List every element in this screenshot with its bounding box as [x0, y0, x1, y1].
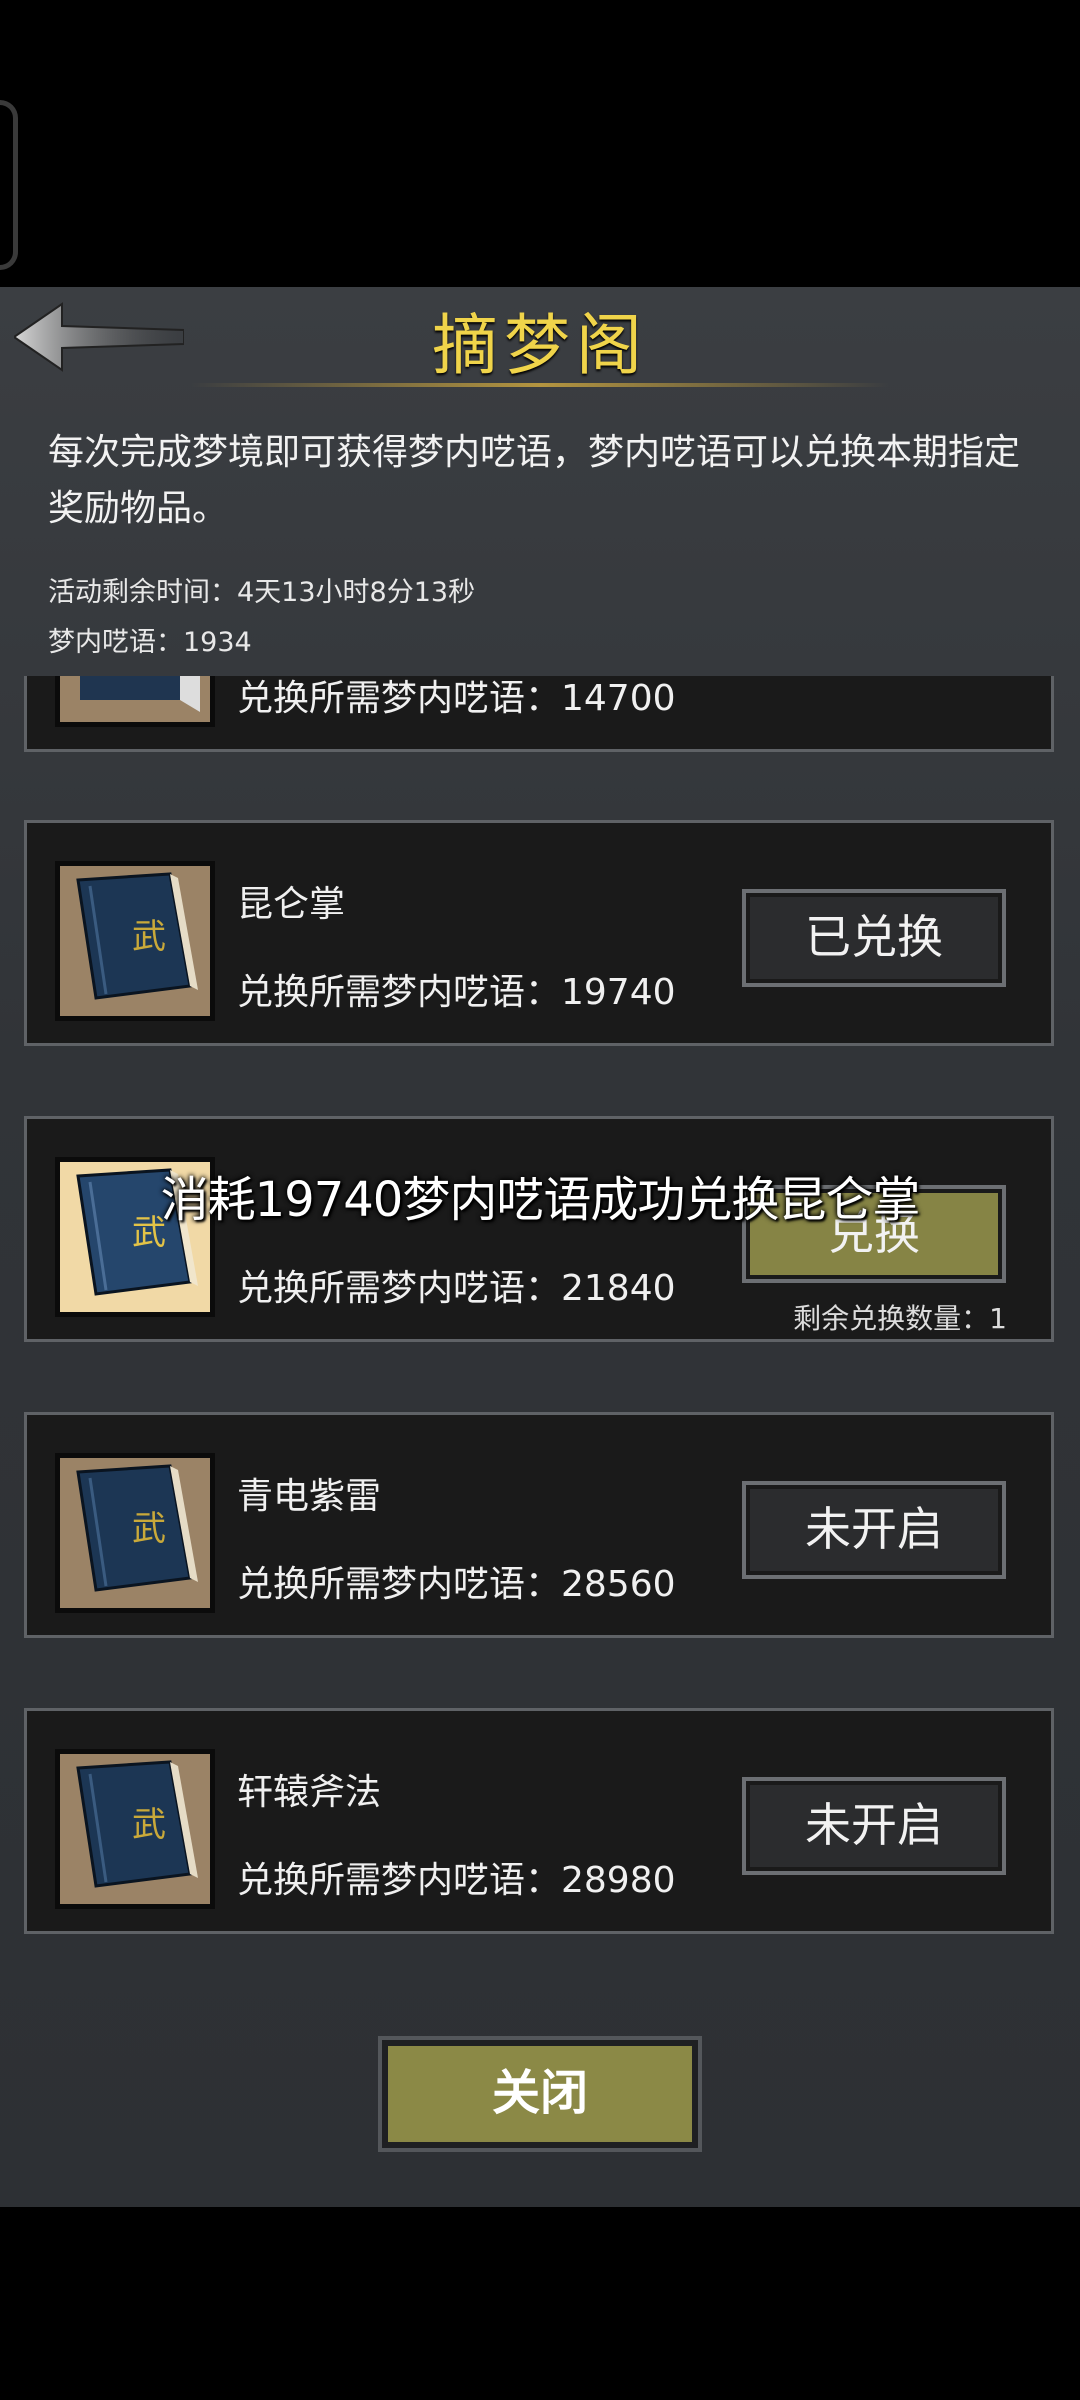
item-name: 轩辕斧法 — [237, 1772, 382, 1813]
remaining-count: 剩余兑换数量：1 — [793, 1302, 1007, 1335]
svg-text:武: 武 — [132, 1805, 166, 1845]
item-cost: 兑换所需梦内呓语：21840 — [237, 1268, 676, 1309]
currency-count: 梦内呓语：1934 — [48, 627, 252, 658]
event-description: 每次完成梦境即可获得梦内呓语，梦内呓语可以兑换本期指定奖励物品。 — [48, 432, 1021, 529]
martial-book-icon: 武 — [55, 1749, 215, 1909]
exchanged-button[interactable]: 已兑换 — [742, 889, 1006, 987]
item-cost: 兑换所需梦内呓语：28980 — [237, 1860, 676, 1901]
reward-card: 兑换所需梦内呓语：14700 — [24, 676, 1054, 752]
close-button[interactable]: 关闭 — [378, 2036, 702, 2152]
svg-text:武: 武 — [132, 917, 166, 957]
reward-card: 武 昆仑掌 兑换所需梦内呓语：19740 已兑换 — [24, 820, 1054, 1046]
time-remaining: 活动剩余时间：4天13小时8分13秒 — [48, 577, 476, 608]
reward-card: 武 轩辕斧法 兑换所需梦内呓语：28980 未开启 — [24, 1708, 1054, 1934]
title-divider — [190, 383, 890, 387]
martial-book-icon: 武 — [55, 861, 215, 1021]
svg-text:武: 武 — [132, 1509, 166, 1549]
martial-book-icon: 武 — [55, 1453, 215, 1613]
item-name: 青电紫雷 — [237, 1476, 382, 1517]
item-cost: 兑换所需梦内呓语：19740 — [237, 972, 676, 1013]
item-cost: 兑换所需梦内呓语：14700 — [237, 678, 676, 719]
locked-button[interactable]: 未开启 — [742, 1481, 1006, 1579]
side-frame — [0, 100, 18, 270]
reward-card: 武 青电紫雷 兑换所需梦内呓语：28560 未开启 — [24, 1412, 1054, 1638]
item-cost: 兑换所需梦内呓语：28560 — [237, 1564, 676, 1605]
reward-list[interactable]: 兑换所需梦内呓语：14700 武 昆仑掌 兑换所需梦内呓语：19740 已兑换 … — [0, 676, 1080, 2006]
item-name: 昆仑掌 — [237, 884, 346, 925]
toast-message: 消耗19740梦内呓语成功兑换昆仑掌 — [160, 1172, 921, 1228]
locked-button[interactable]: 未开启 — [742, 1777, 1006, 1875]
martial-book-icon — [55, 676, 215, 727]
page-title: 摘梦阁 — [432, 307, 648, 384]
